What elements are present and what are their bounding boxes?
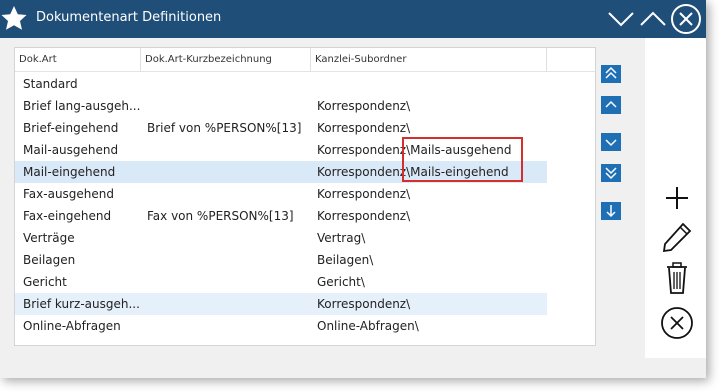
cell-dokart: Fax-eingehend [23,209,112,223]
sort-icon [606,205,616,218]
cell-dokart: Brief-eingehend [23,121,119,135]
column-header-kurzbezeichnung[interactable]: Dok.Art-Kurzbezeichnung [141,48,311,72]
close-button[interactable] [670,3,701,34]
table-row[interactable]: Standard [15,73,547,95]
cancel-circle-icon [661,307,693,339]
move-up-button[interactable] [601,96,621,114]
window-title: Dokumentenart Definitionen [36,10,222,25]
table-row[interactable]: Fax-ausgehend Korrespondenz\ [15,183,547,205]
table-row[interactable]: Brief lang-ausgeh... Korrespondenz\ [15,95,547,117]
cell-ordner [317,73,542,95]
table-row[interactable]: Brief kurz-ausgeh... Korrespondenz\ [15,293,547,315]
cell-dokart: Online-Abfragen [23,319,121,333]
cell-ordner: Korrespondenz\ [317,99,411,113]
chevron-up-icon [640,11,666,26]
sort-button[interactable] [601,202,621,220]
cell-dokart: Fax-ausgehend [23,187,115,201]
table-row[interactable]: Fax-eingehend Fax von %PERSON%[13] Korre… [15,205,547,227]
document-type-table: Dok.Art Dok.Art-Kurzbezeichnung Kanzlei-… [14,47,596,346]
cell-ordner: Online-Abfragen\ [317,319,419,333]
cell-ordner: Korrespondenz\ [317,297,411,311]
delete-button[interactable] [659,260,695,296]
cell-kurz [147,315,315,337]
chevron-down-icon [608,12,634,27]
cell-ordner: Korrespondenz\ [317,121,411,135]
cell-kurz [147,73,315,95]
star-icon [0,0,30,38]
move-up-icon [605,100,617,108]
move-bottom-button[interactable] [601,164,621,182]
column-header-subordner[interactable]: Kanzlei-Subordner [311,48,547,72]
minimize-button[interactable] [606,3,636,33]
cell-ordner: Gericht\ [317,275,365,289]
table-row[interactable]: Online-Abfragen Online-Abfragen\ [15,315,547,337]
table-row[interactable]: Gericht Gericht\ [15,271,547,293]
cell-dokart: Brief lang-ausgeh... [23,99,141,113]
column-header-spacer [547,48,595,72]
cell-dokart: Brief kurz-ausgeh... [23,297,140,311]
title-bar: Dokumentenart Definitionen [0,0,706,38]
cell-dokart: Beilagen [23,253,76,267]
move-top-icon [605,66,617,79]
cell-dokart: Mail-eingehend [23,165,116,179]
add-button[interactable] [659,180,695,216]
annotation-highlight-box [402,137,523,182]
cell-kurz [147,249,315,271]
maximize-button[interactable] [638,3,668,33]
cell-kurz [147,271,315,293]
cell-ordner: Vertrag\ [317,231,366,245]
move-top-button[interactable] [601,65,621,83]
cell-kurz: Brief von %PERSON%[13] [147,121,302,135]
cell-dokart: Mail-ausgehend [23,143,119,157]
dialog-window: Dokumentenart Definitionen Dok.Art Dok.A… [0,0,706,378]
table-row[interactable]: Verträge Vertrag\ [15,227,547,249]
table-row[interactable]: Beilagen Beilagen\ [15,249,547,271]
cell-dokart: Verträge [23,231,75,245]
cell-kurz [147,161,315,183]
edit-button[interactable] [659,220,695,256]
cell-kurz: Fax von %PERSON%[13] [147,209,294,223]
cell-kurz [147,95,315,117]
pencil-icon [662,222,692,253]
cancel-button[interactable] [659,305,695,341]
cell-kurz [147,227,315,249]
cell-dokart: Standard [23,77,78,91]
cell-kurz [147,139,315,161]
column-header-dokart[interactable]: Dok.Art [15,48,141,72]
close-circle-icon [671,4,701,34]
move-down-button[interactable] [601,133,621,151]
move-down-icon [605,139,617,147]
plus-icon [666,187,688,209]
cell-ordner: Korrespondenz\ [317,209,411,223]
cell-dokart: Gericht [23,275,67,289]
move-bottom-icon [605,167,617,180]
cell-ordner: Korrespondenz\ [317,187,411,201]
cell-kurz [147,183,315,205]
table-row[interactable]: Brief-eingehend Brief von %PERSON%[13] K… [15,117,547,139]
trash-icon [667,262,687,294]
cell-kurz [147,293,315,315]
cell-ordner: Beilagen\ [317,253,374,267]
